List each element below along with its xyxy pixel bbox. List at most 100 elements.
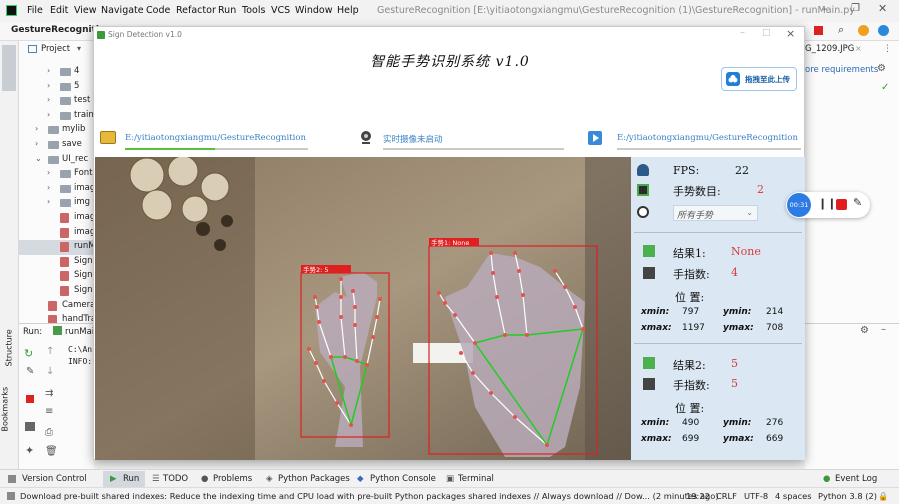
project-dropdown[interactable]: Project bbox=[41, 44, 70, 54]
gesture-filter-select[interactable]: 所有手势 ⌄ bbox=[673, 205, 758, 221]
trash-icon[interactable]: 🗑 bbox=[45, 446, 58, 457]
camera-frame: 手势2: 5 手势1: None bbox=[95, 157, 631, 460]
menu-view[interactable]: View bbox=[74, 5, 97, 16]
project-tool-tab[interactable] bbox=[2, 45, 16, 91]
chevron-right-icon[interactable]: › bbox=[47, 197, 50, 206]
tree-item[interactable]: › Font bbox=[19, 167, 94, 182]
tab-python-packages[interactable]: Python Packages bbox=[278, 474, 350, 484]
tab-close-icon[interactable]: × bbox=[855, 44, 862, 53]
wrench-icon[interactable]: ✎ bbox=[26, 366, 34, 377]
tab-todo[interactable]: TODO bbox=[163, 474, 188, 484]
menu-navigate[interactable]: Navigate bbox=[101, 5, 144, 16]
tab-terminal[interactable]: Terminal bbox=[458, 474, 494, 484]
menu-help[interactable]: Help bbox=[337, 5, 359, 16]
chevron-right-icon[interactable]: › bbox=[47, 66, 50, 75]
tree-item[interactable]: › 5 bbox=[19, 80, 94, 95]
video-file-icon[interactable] bbox=[588, 131, 602, 145]
status-indent[interactable]: 4 spaces bbox=[775, 491, 812, 501]
app-close-icon[interactable]: × bbox=[786, 27, 795, 40]
tree-item[interactable]: imag bbox=[19, 226, 95, 241]
layout-icon[interactable] bbox=[25, 422, 35, 431]
screen-recorder-widget[interactable]: 00:31 ❙❙ ✎ bbox=[786, 192, 870, 218]
bookmarks-tab[interactable]: Bookmarks bbox=[1, 387, 10, 432]
menu-tools[interactable]: Tools bbox=[242, 5, 265, 16]
chevron-right-icon[interactable]: › bbox=[35, 139, 38, 148]
tree-item[interactable]: › mylib bbox=[19, 123, 94, 138]
app-maximize-icon[interactable]: □ bbox=[762, 28, 771, 38]
menu-refactor[interactable]: Refactor bbox=[176, 5, 216, 16]
status-line-ending[interactable]: CRLF bbox=[716, 491, 737, 501]
print-icon[interactable]: ⎙ bbox=[45, 427, 53, 438]
restore-icon[interactable]: ❐ bbox=[851, 3, 860, 14]
chevron-down-icon[interactable]: ⌄ bbox=[35, 154, 42, 163]
chevron-right-icon[interactable]: › bbox=[47, 168, 50, 177]
app-minimize-icon[interactable]: – bbox=[740, 27, 745, 38]
scroll-end-icon[interactable]: ≡ bbox=[45, 406, 53, 417]
status-interpreter[interactable]: Python 3.8 (2) bbox=[818, 491, 877, 501]
chevron-right-icon[interactable]: › bbox=[47, 110, 50, 119]
status-encoding[interactable]: UTF-8 bbox=[744, 491, 768, 501]
camera-row[interactable]: 实时摄像未启动 bbox=[356, 130, 586, 154]
menu-run[interactable]: Run bbox=[218, 5, 236, 16]
tree-item[interactable]: › imag bbox=[19, 182, 95, 197]
run-tab[interactable]: runMai bbox=[65, 327, 94, 337]
hide-panel-icon[interactable]: – bbox=[881, 324, 886, 335]
menu-edit[interactable]: Edit bbox=[50, 5, 68, 16]
requirements-link[interactable]: ore requirements bbox=[805, 65, 878, 75]
tree-item[interactable]: › test bbox=[19, 94, 94, 109]
plugin-icon[interactable] bbox=[878, 25, 889, 36]
image-path-row[interactable]: E:/yitiaotongxiangmu/GestureRecognition bbox=[98, 130, 328, 154]
structure-tab[interactable]: Structure bbox=[5, 329, 14, 366]
down-arrow-icon[interactable]: ↓ bbox=[46, 366, 54, 377]
menu-window[interactable]: Window bbox=[295, 5, 332, 16]
menu-vcs[interactable]: VCS bbox=[271, 5, 290, 16]
search-icon[interactable]: ⌕ bbox=[838, 23, 844, 37]
menu-file[interactable]: File bbox=[27, 5, 43, 16]
tab-event-log[interactable]: Event Log bbox=[835, 474, 877, 484]
chevron-right-icon[interactable]: › bbox=[47, 183, 50, 192]
folder-image-icon[interactable] bbox=[100, 131, 116, 144]
chevron-right-icon[interactable]: › bbox=[47, 81, 50, 90]
settings-gear-icon[interactable]: ⚙ bbox=[877, 63, 886, 74]
tree-item[interactable]: imag bbox=[19, 211, 95, 226]
tree-item[interactable]: › train bbox=[19, 109, 94, 124]
video-path-row[interactable]: E:/yitiaotongxiangmu/GestureRecognition bbox=[586, 130, 806, 154]
tree-item[interactable]: Sign bbox=[19, 255, 94, 270]
status-position[interactable]: 19:22 bbox=[686, 491, 710, 501]
soft-wrap-icon[interactable]: ⇉ bbox=[45, 388, 53, 399]
lock-icon[interactable]: 🔒 bbox=[878, 491, 888, 502]
pin-icon[interactable]: ✦ bbox=[25, 444, 34, 457]
stop-record-icon[interactable] bbox=[836, 199, 847, 210]
tree-item[interactable]: › save bbox=[19, 138, 94, 153]
chevron-right-icon[interactable]: › bbox=[47, 95, 50, 104]
tab-python-console[interactable]: Python Console bbox=[370, 474, 436, 484]
more-icon[interactable]: ⋮ bbox=[883, 44, 892, 54]
tree-item[interactable]: ⌄ UI_rec bbox=[19, 153, 94, 168]
tree-item[interactable]: › 4 bbox=[19, 65, 94, 80]
tab-problems[interactable]: Problems bbox=[213, 474, 252, 484]
chevron-right-icon[interactable]: › bbox=[35, 124, 38, 133]
webcam-icon[interactable] bbox=[358, 130, 374, 146]
tree-item[interactable]: Sign bbox=[19, 284, 94, 299]
tree-item[interactable]: runM bbox=[19, 240, 96, 255]
close-icon[interactable]: ✕ bbox=[878, 2, 887, 15]
stop-run-icon[interactable] bbox=[26, 395, 34, 403]
minimize-icon[interactable]: – bbox=[822, 2, 828, 15]
menu-code[interactable]: Code bbox=[146, 5, 170, 16]
tab-run[interactable]: Run bbox=[123, 474, 139, 484]
chevron-down-icon[interactable]: ▾ bbox=[77, 44, 81, 53]
rerun-icon[interactable]: ↻ bbox=[24, 347, 33, 360]
tab-version-control[interactable]: Version Control bbox=[22, 474, 87, 484]
up-arrow-icon[interactable]: ↑ bbox=[46, 346, 54, 357]
update-icon[interactable] bbox=[858, 25, 869, 36]
pen-icon[interactable]: ✎ bbox=[853, 196, 862, 209]
pause-icon[interactable]: ❙❙ bbox=[818, 197, 836, 210]
tree-item[interactable]: › img bbox=[19, 196, 94, 211]
status-message[interactable]: Download pre-built shared indexes: Reduc… bbox=[20, 491, 719, 501]
tree-item[interactable]: Sign bbox=[19, 269, 94, 284]
editor-tab[interactable]: G_1209.JPG bbox=[805, 44, 854, 54]
run-settings-icon[interactable]: ⚙ bbox=[860, 325, 869, 336]
tree-item[interactable]: Camera bbox=[19, 299, 95, 314]
stop-icon[interactable] bbox=[814, 26, 823, 35]
upload-button[interactable]: 拖拽至此上传 bbox=[721, 67, 797, 91]
